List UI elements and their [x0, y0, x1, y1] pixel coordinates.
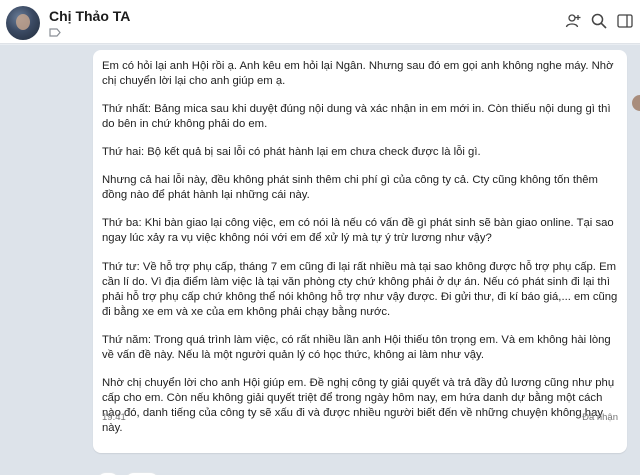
sidebar-toggle-icon[interactable] [616, 12, 634, 30]
seen-avatar [632, 95, 640, 111]
chat-area[interactable]: Em có hỏi lại anh Hội rồi ạ. Anh kêu em … [0, 45, 640, 475]
message-paragraph: Thứ ba: Khi bàn giao lại công việc, em c… [102, 217, 614, 244]
search-icon[interactable] [590, 12, 608, 30]
message-paragraph: Thứ tư: Về hỗ trợ phụ cấp, tháng 7 em cũ… [102, 261, 618, 318]
message-paragraph: Thứ hai: Bộ kết quả bị sai lỗi có phát h… [102, 146, 481, 158]
chat-header: Chị Thảo TA [0, 0, 640, 44]
header-actions [564, 12, 634, 30]
message-paragraph: Thứ nhất: Bảng mica sau khi duyệt đúng n… [102, 103, 611, 130]
message-paragraph: Nhưng cả hai lỗi này, đều không phát sin… [102, 174, 598, 201]
tag-icon[interactable] [49, 28, 61, 37]
message-paragraph: Em có hỏi lại anh Hội rồi ạ. Anh kêu em … [102, 60, 614, 87]
delivery-status: Đã nhận [582, 412, 618, 423]
message-paragraph: Thứ năm: Trong quá trình làm việc, có rấ… [102, 334, 611, 361]
message-time: 19:41 [102, 412, 126, 423]
message-bubble[interactable]: Em có hỏi lại anh Hội rồi ạ. Anh kêu em … [93, 50, 627, 453]
message-paragraph: Nhờ chị chuyển lời cho anh Hội giúp em. … [102, 377, 615, 434]
contact-avatar[interactable] [6, 6, 40, 40]
add-member-icon[interactable] [564, 12, 582, 30]
contact-name[interactable]: Chị Thảo TA [49, 8, 130, 24]
